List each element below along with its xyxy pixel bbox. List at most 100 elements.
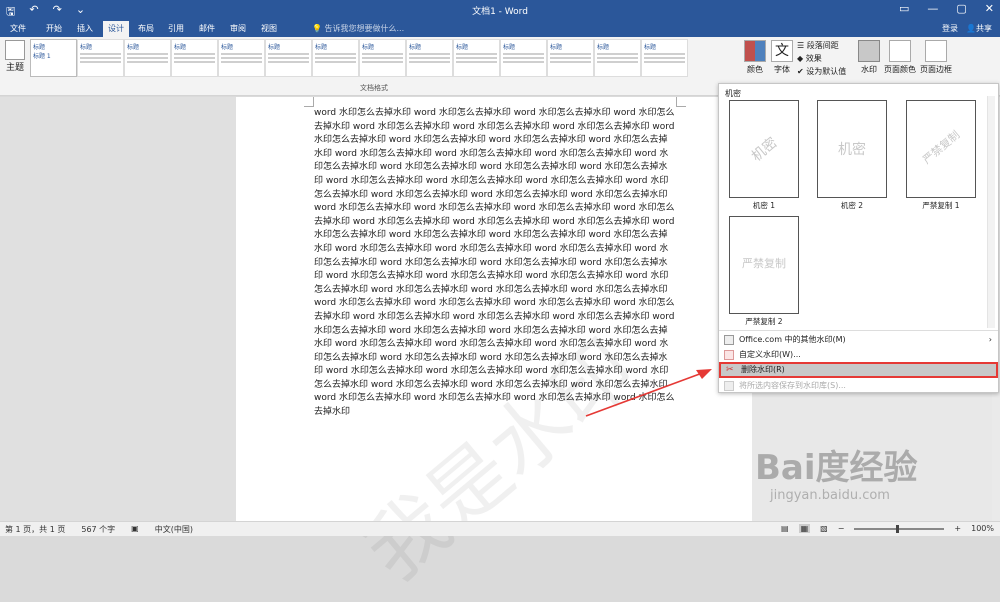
custom-watermark-menu-item[interactable]: 自定义水印(W)... (719, 347, 998, 363)
ribbon-tabs: 文件 开始 插入 设计 布局 引用 邮件 审阅 视图 💡 告诉我您想要做什么..… (0, 20, 1000, 37)
save-to-gallery-menu-item[interactable]: 将所选内容保存到水印库(S)... (719, 378, 998, 394)
tab-mailings[interactable]: 邮件 (199, 23, 215, 34)
style-thumb-title: 标题 (221, 44, 234, 51)
style-thumb-title: 标题 (362, 44, 375, 51)
style-thumb-heading: 标题 1 (33, 53, 51, 60)
fonts-label: 字体 (774, 65, 790, 74)
more-watermarks-menu-item[interactable]: Office.com 中的其他水印(M) › (719, 332, 998, 348)
tab-review[interactable]: 审阅 (230, 23, 246, 34)
style-thumb[interactable]: 标题 (218, 39, 265, 77)
word-count[interactable]: 567 个字 (81, 524, 115, 535)
watermark-button[interactable]: 水印 (858, 40, 880, 75)
style-thumb-title: 标题 (80, 44, 93, 51)
paragraph-spacing-button[interactable]: ☰ 段落间距 (797, 39, 846, 52)
lightbulb-icon: 💡 (312, 24, 322, 33)
menu-divider (719, 330, 998, 331)
themes-icon (5, 40, 25, 60)
tab-insert[interactable]: 插入 (77, 23, 93, 34)
paragraph-spacing-icon: ☰ (797, 41, 805, 50)
minimize-icon[interactable]: — (927, 2, 938, 15)
style-thumb[interactable]: 标题 (77, 39, 124, 77)
gallery-scrollbar[interactable] (987, 96, 995, 328)
status-right: ▤ ▦ ▧ − + 100% (781, 524, 994, 533)
style-thumb-title: 标题 (550, 44, 563, 51)
page-color-button[interactable]: 页面颜色 (884, 40, 916, 75)
style-thumb[interactable]: 标题 (124, 39, 171, 77)
paragraph-spacing-label: 段落间距 (806, 41, 839, 50)
style-thumb[interactable]: 标题 (406, 39, 453, 77)
zoom-out-icon[interactable]: − (838, 524, 845, 533)
document-formatting-label: 文档格式 (360, 84, 388, 92)
signin-link[interactable]: 登录 (942, 23, 958, 34)
web-layout-icon[interactable]: ▧ (820, 524, 828, 533)
colors-button[interactable]: 颜色 (744, 40, 766, 75)
tab-home[interactable]: 开始 (46, 23, 62, 34)
window-title: 文档1 - Word (472, 7, 528, 17)
print-layout-icon[interactable]: ▦ (798, 524, 811, 533)
remove-watermark-label: 删除水印(R) (741, 365, 785, 374)
style-thumb[interactable]: 标题 (312, 39, 359, 77)
watermark-caption: 机密 2 (840, 201, 864, 210)
fonts-button[interactable]: 文 字体 (771, 40, 793, 75)
close-icon[interactable]: ✕ (985, 2, 994, 15)
fonts-icon: 文 (771, 40, 793, 62)
tab-design[interactable]: 设计 (103, 21, 129, 37)
style-thumb[interactable]: 标题 (594, 39, 641, 77)
watermark-option-do-not-copy-1[interactable]: 严禁复制 严禁复制 1 (906, 100, 976, 211)
zoom-slider[interactable] (854, 524, 945, 533)
style-thumb-title: 标题 (268, 44, 281, 51)
style-thumb[interactable]: 标题标题 1 (30, 39, 77, 77)
gallery-category-header: 机密 (725, 89, 741, 98)
tab-file[interactable]: 文件 (10, 23, 26, 34)
watermark-preview: 机密 (817, 100, 887, 198)
colors-label: 颜色 (747, 65, 763, 74)
watermark-preview-text: 机密 (748, 134, 781, 165)
margin-corner-mark (676, 97, 686, 107)
tab-view[interactable]: 视图 (261, 23, 277, 34)
style-thumb[interactable]: 标题 (265, 39, 312, 77)
style-thumb-title: 标题 (33, 44, 46, 51)
effects-button[interactable]: ◆ 效果 (797, 52, 846, 65)
page-count[interactable]: 第 1 页，共 1 页 (5, 524, 65, 535)
paragraph-spacing-group: ☰ 段落间距 ◆ 效果 ✔ 设为默认值 (797, 39, 846, 78)
remove-watermark-menu-item[interactable]: ✂ 删除水印(R) (719, 362, 998, 378)
style-thumb[interactable]: 标题 (547, 39, 594, 77)
set-default-button[interactable]: ✔ 设为默认值 (797, 65, 846, 78)
style-thumb-title: 标题 (644, 44, 657, 51)
style-thumb[interactable]: 标题 (500, 39, 547, 77)
tell-me-search[interactable]: 💡 告诉我您想要做什么... (312, 23, 404, 34)
zoom-level[interactable]: 100% (971, 524, 994, 533)
watermark-option-confidential-1[interactable]: 机密 机密 1 (729, 100, 799, 211)
watermark-icon (858, 40, 880, 62)
page-borders-button[interactable]: 页面边框 (920, 40, 952, 75)
page-borders-label: 页面边框 (920, 65, 952, 74)
watermark-preview-text: 机密 (838, 142, 866, 158)
style-thumb[interactable]: 标题 (453, 39, 500, 77)
themes-button[interactable]: 主题 (4, 40, 26, 73)
watermark-gallery-panel: 机密 机密 机密 1 机密 机密 2 严禁复制 严禁复制 1 严禁复制 严禁复制… (718, 83, 999, 393)
watermark-option-do-not-copy-2[interactable]: 严禁复制 严禁复制 2 (729, 216, 799, 327)
colors-icon (744, 40, 766, 62)
watermark-option-confidential-2[interactable]: 机密 机密 2 (817, 100, 887, 211)
watermark-caption: 严禁复制 2 (745, 317, 783, 326)
tab-layout[interactable]: 布局 (138, 23, 154, 34)
share-button[interactable]: 👤共享 (966, 23, 992, 34)
watermark-caption: 严禁复制 1 (922, 201, 960, 210)
maximize-icon[interactable]: ▢ (956, 2, 966, 15)
page-color-icon (889, 40, 911, 62)
style-thumb[interactable]: 标题 (641, 39, 688, 77)
account-area: 登录 👤共享 (942, 23, 992, 34)
style-thumb-title: 标题 (174, 44, 187, 51)
read-mode-icon[interactable]: ▤ (781, 524, 789, 533)
style-thumb[interactable]: 标题 (171, 39, 218, 77)
ribbon-display-icon[interactable]: ▭ (899, 2, 909, 15)
watermark-preview-text: 严禁复制 (920, 128, 963, 167)
tab-references[interactable]: 引用 (168, 23, 184, 34)
style-thumb[interactable]: 标题 (359, 39, 406, 77)
proofing-icon[interactable]: ▣ (131, 524, 139, 535)
watermark-preview-text: 严禁复制 (742, 257, 786, 270)
zoom-in-icon[interactable]: + (954, 524, 961, 533)
document-page[interactable]: 我是水印 word 水印怎么去掉水印 word 水印怎么去掉水印 word 水印… (236, 97, 752, 598)
zoom-slider-thumb[interactable] (896, 524, 900, 533)
language-indicator[interactable]: 中文(中国) (155, 524, 193, 535)
